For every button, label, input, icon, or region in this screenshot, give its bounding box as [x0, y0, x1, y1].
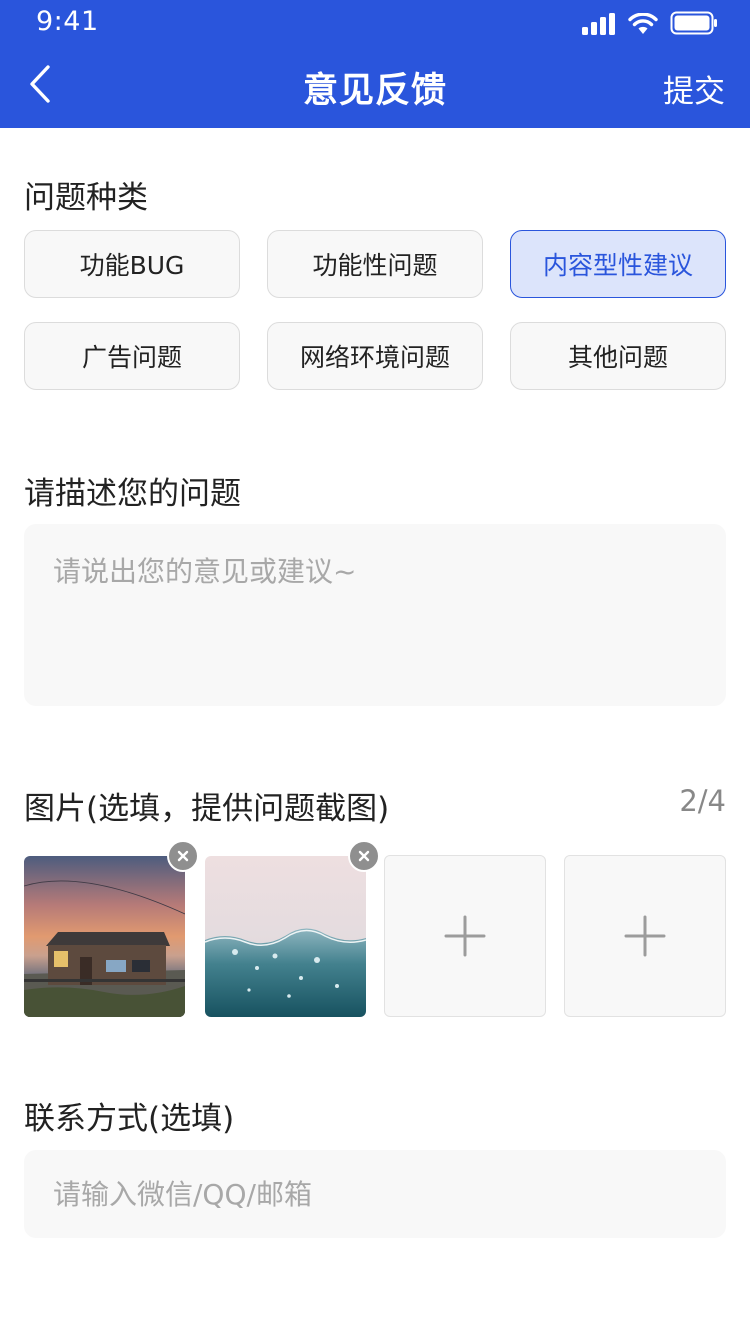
- description-title: 请描述您的问题: [24, 476, 241, 512]
- status-icons: [582, 9, 718, 35]
- submit-button[interactable]: 提交: [663, 66, 725, 111]
- category-title: 问题种类: [24, 180, 148, 216]
- plus-icon: [624, 915, 666, 957]
- navigation-bar: 意见反馈 提交: [0, 48, 750, 128]
- top-bar: 9:41 意见反馈 提交: [0, 0, 750, 128]
- water-image: [205, 856, 366, 1017]
- category-option-content-suggestion[interactable]: 内容型性建议: [510, 230, 726, 298]
- uploaded-photo-water[interactable]: [205, 856, 366, 1017]
- signal-icon: [582, 13, 615, 35]
- battery-icon: [670, 11, 717, 35]
- cabin-sunset-image: [24, 856, 185, 1017]
- uploaded-photo-cabin[interactable]: [24, 856, 185, 1017]
- page-title: 意见反馈: [302, 71, 447, 111]
- category-option-function-bug[interactable]: 功能BUG: [24, 230, 240, 298]
- add-photo-button[interactable]: [564, 855, 726, 1017]
- images-title: 图片(选填，提供问题截图): [24, 791, 390, 827]
- plus-icon: [444, 915, 486, 957]
- contact-input[interactable]: [24, 1150, 726, 1238]
- category-option-network-issue[interactable]: 网络环境问题: [267, 322, 483, 390]
- status-time: 9:41: [36, 6, 99, 37]
- wifi-icon: [628, 13, 658, 34]
- image-count: 2/4: [679, 784, 726, 818]
- add-photo-button[interactable]: [384, 855, 546, 1017]
- contact-title: 联系方式(选填): [24, 1101, 235, 1137]
- description-textarea[interactable]: [24, 524, 726, 706]
- close-icon: [358, 850, 370, 862]
- remove-photo-button[interactable]: [167, 840, 199, 872]
- category-option-ad-issue[interactable]: 广告问题: [24, 322, 240, 390]
- category-option-other-issue[interactable]: 其他问题: [510, 322, 726, 390]
- close-icon: [177, 850, 189, 862]
- remove-photo-button[interactable]: [348, 840, 380, 872]
- category-option-functional-issue[interactable]: 功能性问题: [267, 230, 483, 298]
